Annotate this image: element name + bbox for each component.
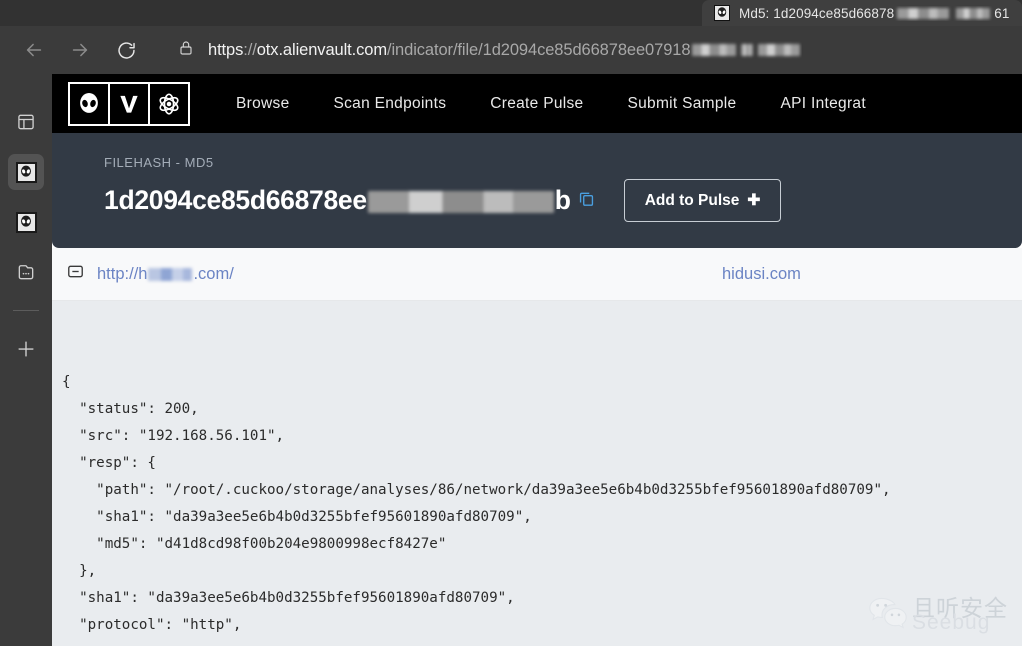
reload-icon[interactable] [106, 30, 146, 70]
tab-title: Md5: 1d2094ce85d66878 61 [739, 5, 1010, 21]
url-result-link[interactable]: http://h .com/ [97, 265, 234, 284]
activity-sidebar [0, 74, 52, 646]
redacted-url-blur [692, 44, 737, 57]
add-to-pulse-button[interactable]: Add to Pulse ✚ [623, 179, 782, 222]
sidebar-item-otx-active[interactable] [8, 154, 44, 190]
json-line: }, [62, 563, 97, 579]
atom-logo-icon [150, 83, 188, 124]
url-result-domain[interactable]: hidusi.com [722, 265, 801, 284]
redacted-domain-blur [148, 267, 193, 281]
json-line: { [62, 374, 71, 390]
url-result-row[interactable]: http://h .com/ hidusi.com [52, 248, 1022, 301]
letter-v-logo-icon [110, 83, 150, 124]
collapse-minus-icon[interactable] [66, 262, 85, 286]
page-more-icon[interactable] [8, 254, 44, 290]
add-to-pulse-label: Add to Pulse [644, 191, 740, 209]
redacted-hash-title-blur [367, 191, 554, 213]
alien-head-icon [714, 5, 730, 21]
copy-icon[interactable] [577, 189, 596, 213]
json-line: "status": 200, [62, 401, 199, 417]
json-line: "sha1": "da39a3ee5e6b4b0d3255bfef9560189… [62, 590, 515, 606]
address-bar[interactable]: https://otx.alienvault.com/indicator/fil… [164, 34, 1008, 66]
site-navbar: Browse Scan Endpoints Create Pulse Submi… [52, 74, 1022, 133]
alien-favicon-active [15, 161, 37, 183]
page-viewport: Browse Scan Endpoints Create Pulse Submi… [52, 74, 1022, 646]
page-title: 1d2094ce85d66878ee b [104, 185, 571, 215]
indicator-title-row: 1d2094ce85d66878ee b Add to Pulse ✚ [104, 179, 1022, 222]
browser-window: Md5: 1d2094ce85d66878 61 https://otx.alie… [0, 0, 1022, 646]
nav-item-create-pulse[interactable]: Create Pulse [490, 95, 583, 113]
browser-toolbar: https://otx.alienvault.com/indicator/fil… [0, 26, 1022, 74]
indicator-header: FILEHASH - MD5 1d2094ce85d66878ee b Add t… [52, 133, 1022, 248]
json-line: "resp": { [62, 455, 156, 471]
sidebar-item-otx[interactable] [8, 204, 44, 240]
redacted-hash-blur [897, 8, 950, 20]
sidebar-item-collections[interactable] [8, 104, 44, 140]
nav-item-submit-sample[interactable]: Submit Sample [627, 95, 736, 113]
redacted-hash-blur-2 [956, 8, 991, 20]
plus-icon: ✚ [747, 192, 761, 209]
json-line: "protocol": "http", [62, 617, 242, 633]
json-line: "sha1": "da39a3ee5e6b4b0d3255bfef9560189… [62, 509, 532, 525]
indicator-kicker: FILEHASH - MD5 [104, 155, 214, 170]
json-response-block: { "status": 200, "src": "192.168.56.101"… [52, 301, 1022, 646]
json-lines: { "status": 200, "src": "192.168.56.101"… [52, 369, 1022, 639]
arrow-right-icon[interactable] [60, 30, 100, 70]
arrow-left-icon[interactable] [14, 30, 54, 70]
nav-item-scan-endpoints[interactable]: Scan Endpoints [333, 95, 446, 113]
alien-head-logo-icon [70, 83, 110, 124]
redacted-url-blur-2 [741, 44, 754, 57]
nav-item-api-integration[interactable]: API Integrat [780, 95, 865, 113]
redacted-url-blur-3 [758, 44, 801, 57]
url-text: https://otx.alienvault.com/indicator/fil… [208, 41, 802, 60]
padlock-icon [178, 40, 194, 61]
sidebar-divider [13, 310, 39, 311]
otx-logo[interactable] [68, 81, 190, 126]
alien-favicon [15, 211, 37, 233]
tab-strip: Md5: 1d2094ce85d66878 61 [0, 0, 1022, 26]
json-line: "src": "192.168.56.101", [62, 428, 285, 444]
add-icon[interactable] [8, 331, 44, 367]
browser-tab[interactable]: Md5: 1d2094ce85d66878 61 [702, 0, 1022, 26]
json-line: "path": "/root/.cuckoo/storage/analyses/… [62, 482, 891, 498]
json-line: "md5": "d41d8cd98f00b204e9800998ecf8427e… [62, 536, 447, 552]
nav-item-browse[interactable]: Browse [236, 95, 289, 113]
